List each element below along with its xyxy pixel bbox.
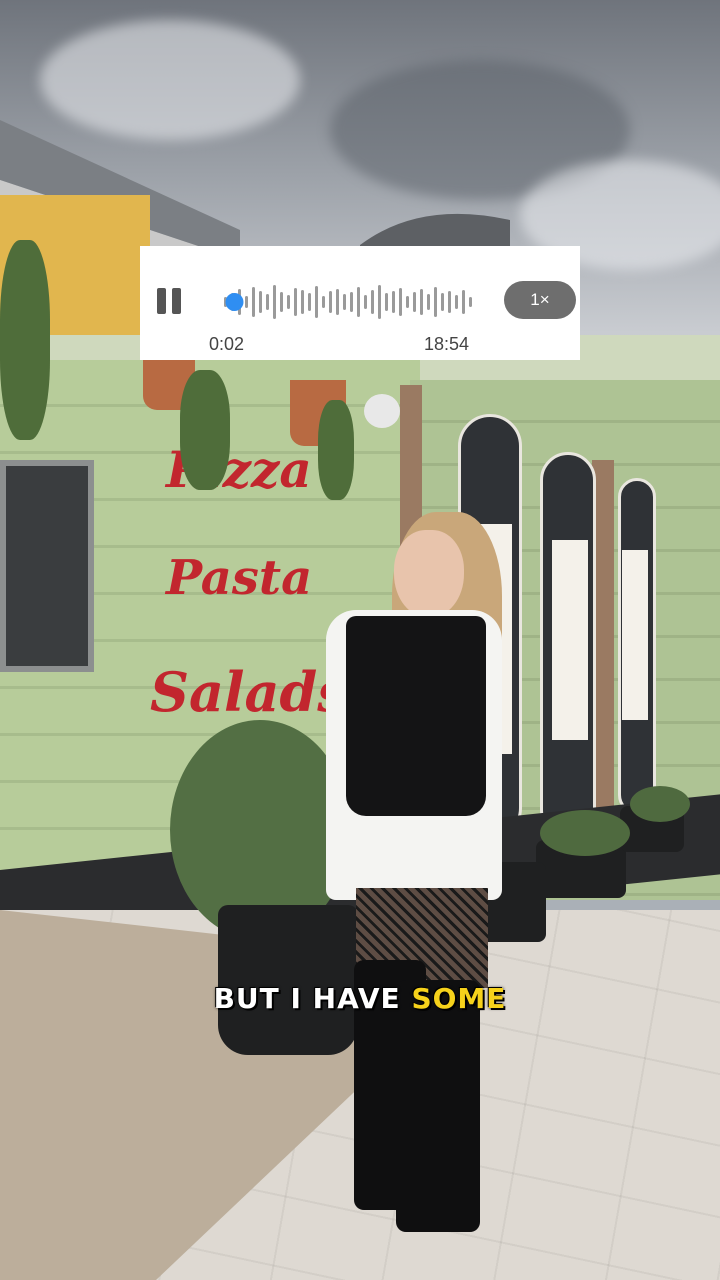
subtitle-caption: BUT I HAVE SOME bbox=[0, 982, 720, 1015]
waveform-bar bbox=[329, 291, 332, 313]
sign-salads: Salads bbox=[150, 660, 348, 724]
waveform-bar bbox=[350, 292, 353, 312]
waveform-bar bbox=[280, 292, 283, 312]
waveform-bar bbox=[322, 296, 325, 308]
black-vest bbox=[346, 616, 486, 816]
pause-icon bbox=[172, 288, 181, 314]
waveform-bar bbox=[392, 291, 395, 313]
waveform-bar bbox=[413, 292, 416, 312]
waveform-bar bbox=[406, 296, 409, 308]
right-boot bbox=[396, 980, 480, 1232]
waveform-bar bbox=[266, 294, 269, 310]
bush bbox=[630, 786, 690, 822]
caption-text: BUT I HAVE bbox=[213, 982, 401, 1015]
hanging-vine bbox=[180, 370, 230, 490]
waveform-bar bbox=[455, 295, 458, 309]
window bbox=[0, 460, 94, 672]
pause-icon bbox=[157, 288, 166, 314]
waveform-bar bbox=[448, 291, 451, 313]
waveform-bar bbox=[273, 285, 276, 319]
menu-poster bbox=[552, 540, 588, 740]
audio-waveform[interactable] bbox=[218, 282, 474, 322]
black-pot bbox=[218, 905, 358, 1055]
waveform-bar bbox=[287, 295, 290, 309]
waveform-bar bbox=[378, 285, 381, 319]
waveform-bar bbox=[259, 291, 262, 313]
bush bbox=[540, 810, 630, 856]
waveform-bar bbox=[315, 286, 318, 318]
waveform-bar bbox=[308, 293, 311, 311]
waveform-bar bbox=[371, 290, 374, 314]
waveform-bar bbox=[252, 287, 255, 317]
elapsed-time: 0:02 bbox=[209, 334, 245, 354]
waveform-bar bbox=[399, 288, 402, 316]
waveform-bar bbox=[462, 290, 465, 314]
waveform-bar bbox=[343, 294, 346, 310]
total-duration: 18:54 bbox=[424, 334, 470, 354]
pause-button[interactable] bbox=[157, 288, 183, 314]
waveform-bar bbox=[301, 290, 304, 314]
waveform-bar bbox=[385, 293, 388, 311]
hanging-vine bbox=[318, 400, 354, 500]
playback-speed-button[interactable]: 1× bbox=[504, 281, 576, 319]
playhead-dot[interactable] bbox=[225, 293, 244, 311]
caption-highlight: SOME bbox=[411, 982, 507, 1015]
menu-poster bbox=[622, 550, 648, 720]
sign-pasta: Pasta bbox=[166, 550, 313, 606]
waveform-bar bbox=[357, 287, 360, 317]
waveform-bar bbox=[245, 296, 248, 308]
waveform-bar bbox=[427, 294, 430, 310]
waveform-bar bbox=[469, 297, 472, 307]
waveform-bar bbox=[336, 289, 339, 315]
hanging-vine bbox=[0, 240, 50, 440]
waveform-bar bbox=[441, 293, 444, 311]
waveform-bar bbox=[294, 288, 297, 316]
face bbox=[394, 530, 464, 618]
background-photo: Pizza Pasta Salads bbox=[0, 0, 720, 1280]
security-camera bbox=[364, 394, 400, 428]
audio-player: 1× 0:02 18:54 bbox=[140, 246, 580, 360]
waveform-bar bbox=[420, 289, 423, 315]
waveform-bar bbox=[434, 287, 437, 317]
waveform-bar bbox=[364, 295, 367, 309]
